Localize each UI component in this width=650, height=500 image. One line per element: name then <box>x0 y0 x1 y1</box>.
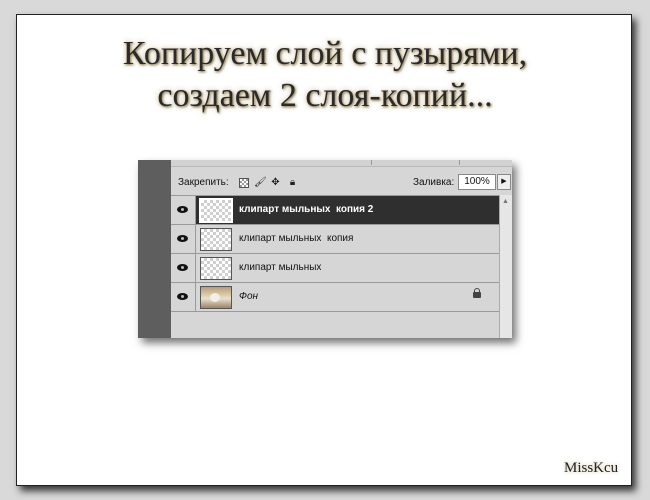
transparency-lock-icon[interactable] <box>239 178 249 188</box>
visibility-toggle[interactable] <box>171 283 196 311</box>
layer-thumbnail <box>199 198 233 223</box>
layer-row[interactable]: клипарт мыльных <box>171 254 499 283</box>
layer-name: клипарт мыльных <box>239 262 322 273</box>
eye-icon <box>177 235 188 242</box>
eye-icon <box>177 206 188 213</box>
heading-line-1: Копируем слой с пузырями, <box>122 35 528 72</box>
move-icon[interactable]: ✥ <box>270 177 281 188</box>
layers-panel: Закрепить: 🖌 ✥ 🔒︎ Заливка: 100% ▶ клипар… <box>138 160 512 338</box>
layer-thumbnail <box>200 257 232 280</box>
layer-row[interactable]: клипарт мыльных копия 2 <box>171 196 499 225</box>
heading-line-2: создаем 2 слоя-копий... <box>157 77 493 114</box>
panel-top-strip <box>171 160 512 167</box>
signature: MissKcu <box>564 460 619 476</box>
visibility-toggle[interactable] <box>171 196 196 224</box>
scroll-up-icon[interactable]: ▲ <box>502 198 509 205</box>
blend-mode-dropdown[interactable] <box>171 160 372 165</box>
layer-lock-icon <box>473 288 481 298</box>
layers-list: клипарт мыльных копия 2 клипарт мыльных … <box>171 195 499 338</box>
layer-name: клипарт мыльных копия <box>239 233 354 244</box>
fill-arrow-icon[interactable]: ▶ <box>497 174 511 190</box>
layer-row[interactable]: Фон <box>171 283 499 312</box>
lock-row: Закрепить: 🖌 ✥ 🔒︎ Заливка: 100% ▶ <box>171 169 512 195</box>
brush-icon[interactable]: 🖌 <box>254 177 267 188</box>
background-thumbnail <box>200 286 232 309</box>
layer-row[interactable]: клипарт мыльных копия <box>171 225 499 254</box>
layer-thumbnail <box>200 228 232 251</box>
layer-name: клипарт мыльных копия 2 <box>239 204 374 215</box>
layers-scrollbar[interactable]: ▲ <box>499 195 512 338</box>
layer-name: Фон <box>239 291 259 302</box>
padlock-icon[interactable]: 🔒︎ <box>287 177 298 188</box>
eye-icon <box>177 264 188 271</box>
eye-icon <box>177 293 188 300</box>
fill-label: Заливка: <box>413 177 455 188</box>
lock-label: Закрепить: <box>178 177 229 188</box>
opacity-field[interactable] <box>459 160 512 165</box>
visibility-toggle[interactable] <box>171 254 196 282</box>
visibility-toggle[interactable] <box>171 225 196 253</box>
fill-input[interactable]: 100% <box>458 174 496 190</box>
panel-left-gutter <box>138 160 171 338</box>
